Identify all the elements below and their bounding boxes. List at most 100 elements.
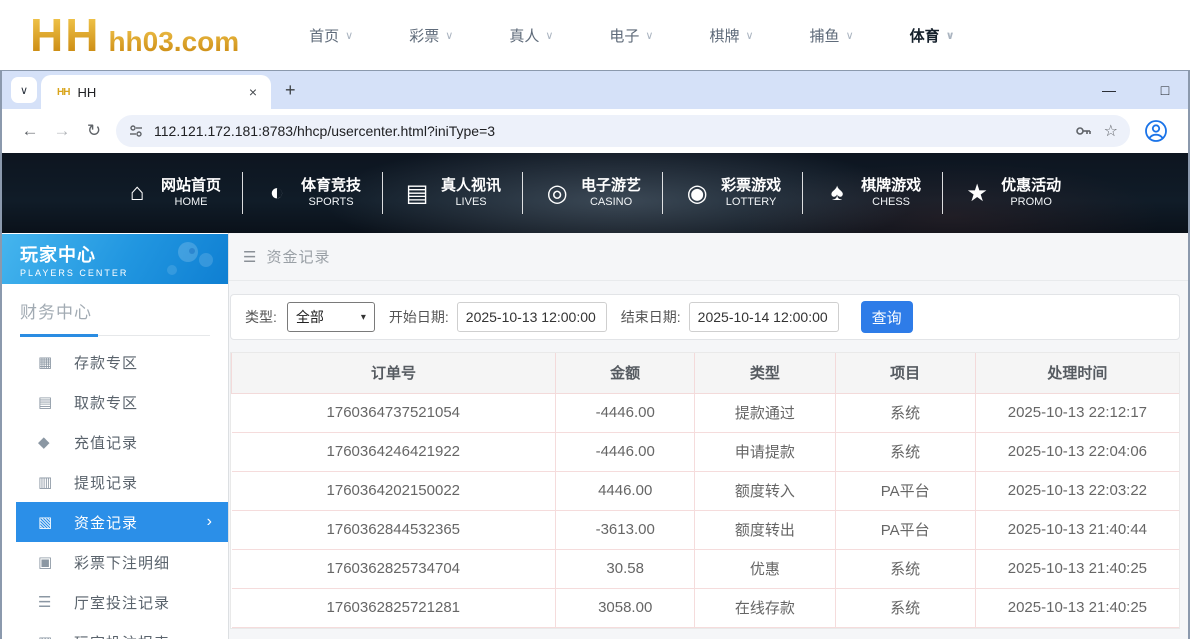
sidebar-menu-item[interactable]: ▣ 彩票下注明细 › xyxy=(2,542,228,582)
main-nav-item[interactable]: ◉ 彩票游戏 LOTTERY xyxy=(662,153,802,233)
table-row[interactable]: 1760364246421922 -4446.00 申请提款 系统 2025-1… xyxy=(232,432,1180,471)
site-logo[interactable]: HH hh03.com xyxy=(30,8,239,62)
cell-order-number: 1760362825721281 xyxy=(232,588,556,627)
table-row[interactable]: 1760362825734704 30.58 优惠 系统 2025-10-13 … xyxy=(232,549,1180,588)
top-nav-item[interactable]: 捕鱼 ∨ xyxy=(810,25,854,46)
sidebar-menu: ▦ 存款专区 › ▤ 取款专区 › ◆ 充值记录 › ▥ 提现记录 › xyxy=(2,342,228,639)
end-date-input[interactable] xyxy=(689,302,839,332)
top-nav-label: 彩票 xyxy=(409,25,439,46)
sidebar-menu-item[interactable]: ◆ 充值记录 › xyxy=(2,422,228,462)
main-nav-item[interactable]: ♠ 棋牌游戏 CHESS xyxy=(802,153,942,233)
cell-order-number: 1760364202150022 xyxy=(232,471,556,510)
cell-type: 额度转入 xyxy=(695,471,835,510)
sidebar-menu-item[interactable]: ▨ 玩家投注报表 › xyxy=(2,622,228,639)
password-key-icon[interactable] xyxy=(1074,122,1092,140)
select-arrow-icon: ▾ xyxy=(361,312,366,323)
chevron-down-icon: ∨ xyxy=(20,84,28,97)
table-body: 1760364737521054 -4446.00 提款通过 系统 2025-1… xyxy=(232,393,1180,627)
profile-avatar-icon[interactable] xyxy=(1144,119,1168,143)
top-nav-item[interactable]: 首页 ∨ xyxy=(309,25,353,46)
table-header-cell: 项目 xyxy=(835,353,975,393)
table-header-cell: 类型 xyxy=(695,353,835,393)
url-text[interactable]: 112.121.172.181:8783/hhcp/usercenter.htm… xyxy=(154,123,1062,139)
top-nav-item[interactable]: 棋牌 ∨ xyxy=(709,25,753,46)
top-nav-item[interactable]: 体育 ∨ xyxy=(910,25,955,46)
end-date-label: 结束日期: xyxy=(621,307,681,327)
table-header-cell: 金额 xyxy=(556,353,695,393)
cell-order-number: 1760364737521054 xyxy=(232,393,556,432)
chevron-down-icon: ∨ xyxy=(345,29,353,42)
bookmark-star-icon[interactable]: ☆ xyxy=(1104,121,1118,141)
table-header-row: 订单号金额类型项目处理时间 xyxy=(232,353,1180,393)
cell-amount: 3058.00 xyxy=(556,588,695,627)
main-nav-label-en: CASINO xyxy=(590,196,632,210)
sidebar-menu-item[interactable]: ▤ 取款专区 › xyxy=(2,382,228,422)
gamepad-decoration-icon xyxy=(148,238,218,282)
browser-tab[interactable]: HH HH × xyxy=(41,75,271,109)
main-nav-label-en: SPORTS xyxy=(309,196,354,210)
sidebar-item-label: 玩家投注报表 xyxy=(74,632,170,639)
chevron-down-icon: ∨ xyxy=(445,29,453,42)
type-select[interactable]: 全部 ▾ xyxy=(287,302,375,332)
cell-project: PA平台 xyxy=(835,471,975,510)
main-nav-item[interactable]: ◎ 电子游艺 CASINO xyxy=(522,153,662,233)
main-nav-item[interactable]: ▤ 真人视讯 LIVES xyxy=(382,153,522,233)
logo-domain-text: hh03.com xyxy=(108,26,239,58)
top-nav-item[interactable]: 真人 ∨ xyxy=(509,25,553,46)
cell-order-number: 1760362844532365 xyxy=(232,510,556,549)
table-header-cell: 订单号 xyxy=(232,353,556,393)
top-nav-item[interactable]: 电子 ∨ xyxy=(609,25,653,46)
game-main-nav: ⌂ 网站首页 HOME ◐ 体育竞技 SPORTS ▤ 真人视讯 LIVES ◎ xyxy=(2,153,1188,233)
sidebar-menu-item[interactable]: ▥ 提现记录 › xyxy=(2,462,228,502)
main-nav-label-cn: 体育竞技 xyxy=(301,177,361,196)
start-date-input[interactable] xyxy=(457,302,607,332)
table-row[interactable]: 1760362844532365 -3613.00 额度转出 PA平台 2025… xyxy=(232,510,1180,549)
sidebar-menu-item[interactable]: ☰ 厅室投注记录 › xyxy=(2,582,228,622)
sidebar-menu-item[interactable]: ▦ 存款专区 › xyxy=(2,342,228,382)
start-date-label: 开始日期: xyxy=(389,307,449,327)
table-row[interactable]: 1760362825721281 3058.00 在线存款 系统 2025-10… xyxy=(232,588,1180,627)
site-info-icon[interactable] xyxy=(128,123,144,139)
funds-record-table: 订单号金额类型项目处理时间 1760364737521054 -4446.00 … xyxy=(231,353,1179,628)
reload-button[interactable]: ↻ xyxy=(78,121,110,141)
main-nav-label-en: LOTTERY xyxy=(726,196,777,210)
browser-tab-strip: ∨ HH HH × + — □ xyxy=(2,71,1188,109)
browser-url-bar: ← → ↻ 112.121.172.181:8783/hhcp/usercent… xyxy=(2,109,1188,153)
address-omnibox[interactable]: 112.121.172.181:8783/hhcp/usercenter.htm… xyxy=(116,115,1130,147)
cell-process-time: 2025-10-13 21:40:44 xyxy=(975,510,1179,549)
cell-project: 系统 xyxy=(835,432,975,471)
search-button[interactable]: 查询 xyxy=(861,301,913,333)
browser-window: ∨ HH HH × + — □ ← → ↻ 112.121.172.181:87… xyxy=(0,70,1190,639)
table-row[interactable]: 1760364202150022 4446.00 额度转入 PA平台 2025-… xyxy=(232,471,1180,510)
cell-type: 额度转出 xyxy=(695,510,835,549)
sidebar-item-label: 取款专区 xyxy=(74,392,138,413)
minimize-button[interactable]: — xyxy=(1096,82,1122,98)
sidebar-item-label: 提现记录 xyxy=(74,472,138,493)
sidebar-menu-item[interactable]: ▧ 资金记录 › xyxy=(16,502,228,542)
top-nav-item[interactable]: 彩票 ∨ xyxy=(409,25,453,46)
back-button[interactable]: ← xyxy=(14,121,46,141)
chevron-down-icon: ∨ xyxy=(645,29,653,42)
new-tab-button[interactable]: + xyxy=(285,80,296,101)
type-label: 类型: xyxy=(245,307,277,327)
cell-amount: -4446.00 xyxy=(556,393,695,432)
type-select-value: 全部 xyxy=(296,307,361,327)
main-nav-item[interactable]: ⌂ 网站首页 HOME xyxy=(102,153,242,233)
main-nav-item[interactable]: ◐ 体育竞技 SPORTS xyxy=(242,153,382,233)
table-header-cell: 处理时间 xyxy=(975,353,1179,393)
table-row[interactable]: 1760364737521054 -4446.00 提款通过 系统 2025-1… xyxy=(232,393,1180,432)
cell-order-number: 1760364246421922 xyxy=(232,432,556,471)
cell-process-time: 2025-10-13 22:12:17 xyxy=(975,393,1179,432)
sidebar-item-icon: ▣ xyxy=(38,553,64,571)
top-nav-label: 首页 xyxy=(309,25,339,46)
cell-project: PA平台 xyxy=(835,510,975,549)
cell-type: 申请提款 xyxy=(695,432,835,471)
main-nav-item[interactable]: ★ 优惠活动 PROMO xyxy=(942,153,1082,233)
hamburger-icon[interactable]: ☰ xyxy=(243,248,256,266)
tab-close-icon[interactable]: × xyxy=(245,84,261,100)
forward-button[interactable]: → xyxy=(46,121,78,141)
maximize-button[interactable]: □ xyxy=(1152,82,1178,98)
site-top-nav: 首页 ∨ 彩票 ∨ 真人 ∨ 电子 ∨ 棋牌 ∨ 捕鱼 ∨ 体育 ∨ xyxy=(309,25,954,46)
main-nav-icon: ◐ xyxy=(263,179,291,207)
tab-search-button[interactable]: ∨ xyxy=(11,77,37,103)
